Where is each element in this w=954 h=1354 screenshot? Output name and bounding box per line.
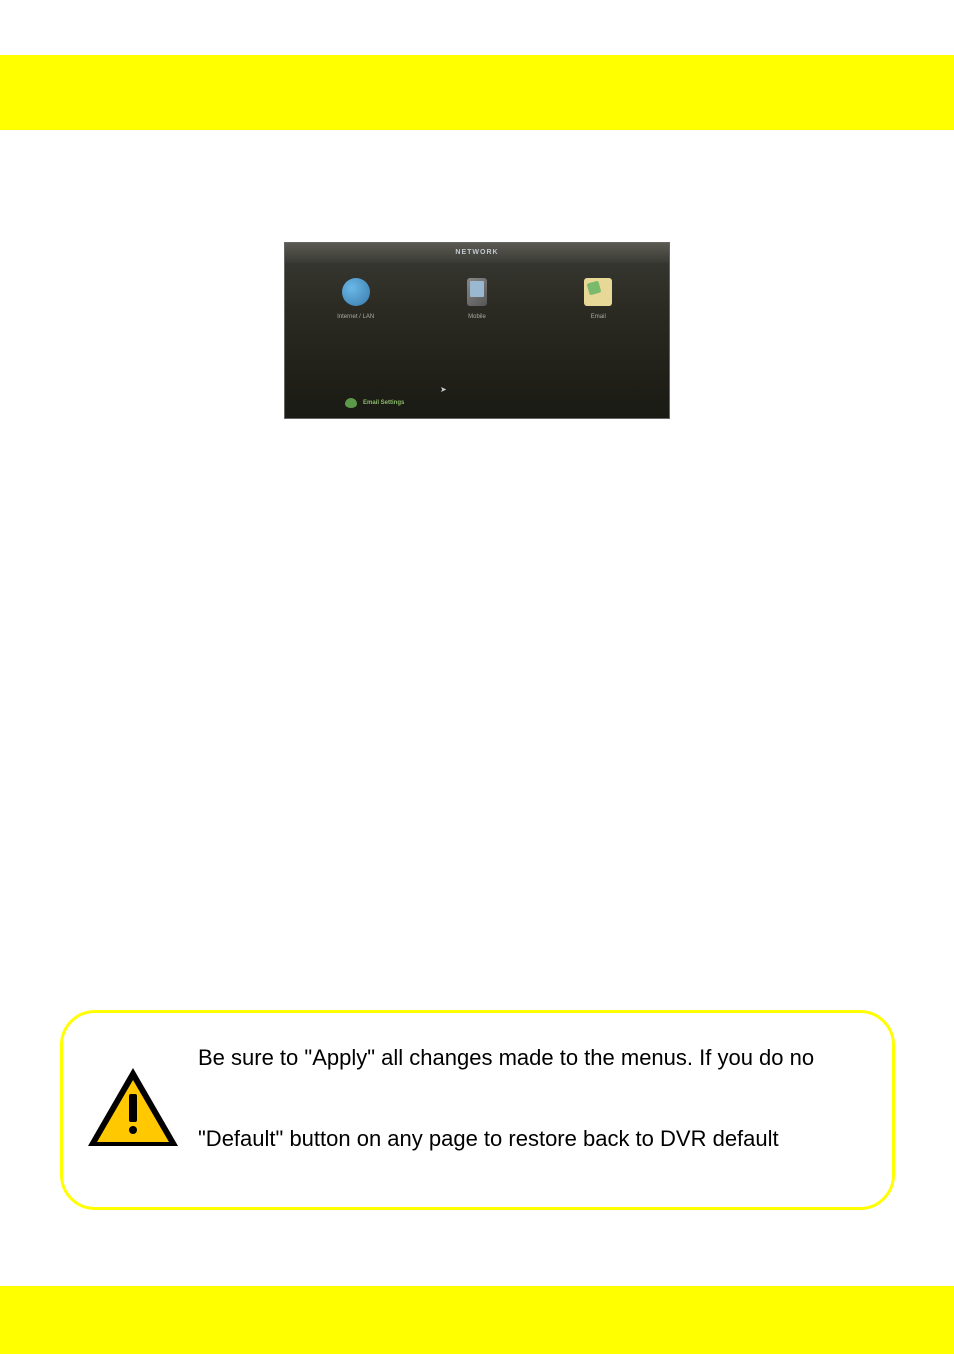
network-menu-screenshot: NETWORK Internet / LAN Mobile Email ➤ Em…	[284, 242, 670, 419]
footer-bar	[0, 1286, 954, 1354]
callout-line-1: Be sure to "Apply" all changes made to t…	[198, 1043, 862, 1074]
menu-item-internet-lan: Internet / LAN	[316, 278, 396, 320]
screenshot-title: NETWORK	[285, 243, 669, 263]
menu-item-email: Email	[558, 278, 638, 320]
footer-label: Email Settings	[363, 400, 404, 406]
menu-item-mobile: Mobile	[437, 278, 517, 320]
screenshot-footer: Email Settings	[345, 398, 404, 408]
menu-item-label: Internet / LAN	[316, 314, 396, 320]
mobile-icon	[467, 278, 487, 306]
header-bar	[0, 0, 954, 130]
warning-triangle-icon	[88, 1068, 178, 1148]
cursor-icon: ➤	[440, 385, 444, 389]
email-icon	[584, 278, 612, 306]
menu-item-label: Email	[558, 314, 638, 320]
warning-callout: Be sure to "Apply" all changes made to t…	[60, 1010, 895, 1210]
menu-items-row: Internet / LAN Mobile Email	[285, 263, 669, 320]
callout-line-2: "Default" button on any page to restore …	[198, 1124, 862, 1155]
speech-bubble-icon	[345, 398, 357, 408]
globe-icon	[342, 278, 370, 306]
menu-item-label: Mobile	[437, 314, 517, 320]
